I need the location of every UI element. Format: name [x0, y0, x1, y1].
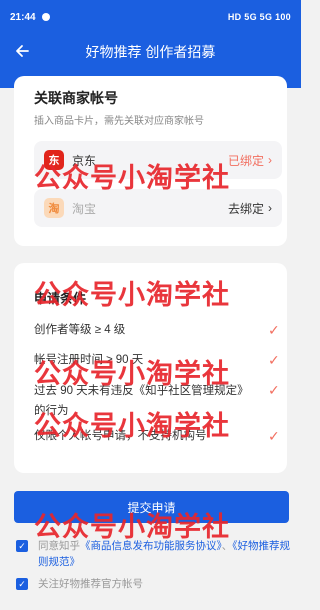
shop-name: 京东: [72, 153, 97, 168]
jd-logo-icon: 东: [44, 150, 64, 170]
header: 21:44 HD 5G 5G 100 好物推荐 创作者招募: [0, 0, 301, 88]
follow-checkbox[interactable]: ✓: [16, 578, 28, 590]
status-time: 21:44: [10, 11, 36, 23]
status-bar: 21:44 HD 5G 5G 100: [0, 0, 301, 34]
agreement-row[interactable]: ✓ 同意知乎《商品信息发布功能服务协议》、《好物推荐规则规范》: [16, 538, 296, 570]
service-agreement-link[interactable]: 《商品信息发布功能服务协议》: [80, 540, 222, 552]
shop-name: 淘宝: [72, 201, 97, 216]
check-icon: ✓: [268, 352, 280, 368]
merchant-subtitle: 插入商品卡片，需先关联对应商家帐号: [34, 116, 204, 127]
agreement-text: 同意知乎《商品信息发布功能服务协议》、《好物推荐规则规范》: [38, 538, 296, 570]
taobao-logo-icon: 淘: [44, 198, 64, 218]
shop-bind-status[interactable]: 已绑定 ›: [228, 152, 272, 169]
condition-item: 仅限个人帐号申请，不支持机构号: [34, 430, 207, 442]
agreement-separator: 、: [221, 540, 233, 552]
condition-item: 创作者等级 ≥ 4 级: [34, 324, 126, 336]
bind-status-label: 已绑定: [227, 153, 264, 168]
agree-checkbox[interactable]: ✓: [16, 540, 28, 552]
follow-row[interactable]: ✓ 关注好物推荐官方帐号: [16, 576, 296, 592]
follow-text: 关注好物推荐官方帐号: [38, 578, 143, 590]
condition-item: 过去 90 天未有违反《知乎社区管理规定》的行为: [34, 385, 243, 417]
bind-action-label: 去绑定: [227, 201, 264, 216]
shop-bind-action[interactable]: 去绑定 ›: [228, 200, 272, 217]
check-icon: ✓: [268, 322, 280, 338]
check-icon: ✓: [268, 382, 280, 398]
merchant-title: 关联商家帐号: [34, 90, 118, 106]
chevron-right-icon: ›: [268, 153, 272, 167]
shop-row-jd[interactable]: 东 京东 已绑定 ›: [34, 141, 282, 179]
chevron-right-icon: ›: [268, 201, 272, 215]
conditions-title: 申请条件: [34, 291, 87, 306]
submit-button[interactable]: 提交申请: [14, 491, 289, 523]
page-title: 好物推荐 创作者招募: [85, 44, 216, 60]
check-icon: ✓: [268, 428, 280, 444]
shop-row-taobao[interactable]: 淘 淘宝 去绑定 ›: [34, 189, 282, 227]
condition-item: 帐号注册时间 ≥ 90 天: [34, 354, 144, 366]
notification-icon: [41, 13, 50, 21]
status-indicators: HD 5G 5G 100: [227, 12, 291, 22]
nav-bar: 好物推荐 创作者招募: [0, 34, 301, 68]
agreement-prefix: 同意知乎: [38, 540, 80, 552]
